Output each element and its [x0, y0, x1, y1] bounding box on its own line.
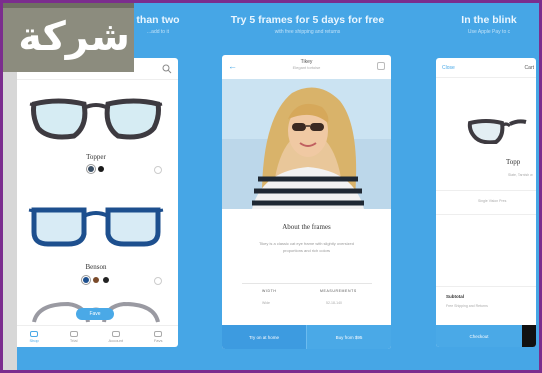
purple-frame	[0, 0, 542, 373]
